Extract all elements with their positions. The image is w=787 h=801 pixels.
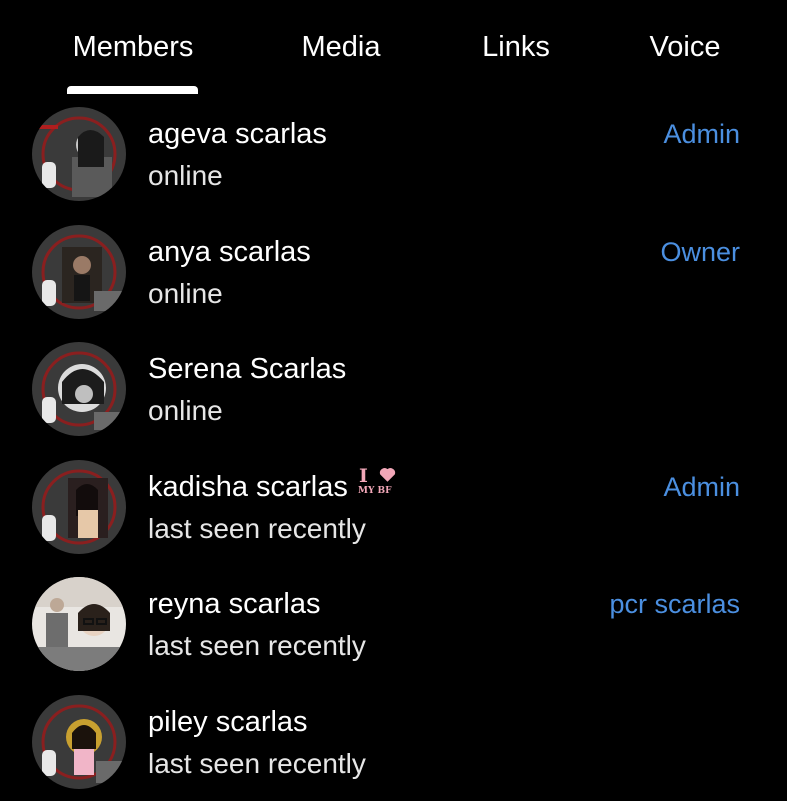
sticker-text: MY BF bbox=[358, 486, 392, 495]
member-status: last seen recently bbox=[148, 628, 366, 664]
avatar[interactable] bbox=[32, 577, 126, 671]
active-tab-indicator bbox=[67, 86, 198, 94]
member-name: piley scarlas bbox=[148, 704, 308, 740]
i-love-my-bf-sticker-icon: IMY BF bbox=[356, 465, 404, 504]
tab-links[interactable]: Links bbox=[482, 30, 550, 64]
member-row[interactable]: reyna scarlas last seen recently pcr sca… bbox=[0, 566, 787, 684]
tab-bar: Members Media Links Voice bbox=[0, 0, 787, 100]
member-role-badge: pcr scarlas bbox=[609, 586, 740, 622]
member-name: reyna scarlas bbox=[148, 586, 320, 622]
member-name: Serena Scarlas bbox=[148, 351, 346, 387]
member-name-text: kadisha scarlas bbox=[148, 471, 348, 503]
member-row[interactable]: kadisha scarlasIMY BF last seen recently… bbox=[0, 449, 787, 567]
member-list: ageva scarlas online Admin anya scarlas … bbox=[0, 96, 787, 801]
member-status: last seen recently bbox=[148, 746, 366, 782]
tab-members[interactable]: Members bbox=[73, 30, 194, 64]
avatar[interactable] bbox=[32, 460, 126, 554]
member-row[interactable]: Serena Scarlas online bbox=[0, 331, 787, 449]
avatar[interactable] bbox=[32, 695, 126, 789]
member-status: online bbox=[148, 276, 223, 312]
member-row[interactable]: anya scarlas online Owner bbox=[0, 214, 787, 332]
tab-voice[interactable]: Voice bbox=[650, 30, 721, 64]
member-row[interactable]: ageva scarlas online Admin bbox=[0, 96, 787, 214]
member-name: anya scarlas bbox=[148, 234, 311, 270]
member-status: online bbox=[148, 158, 223, 194]
avatar[interactable] bbox=[32, 342, 126, 436]
avatar[interactable] bbox=[32, 225, 126, 319]
svg-text:I: I bbox=[359, 465, 368, 487]
member-name: ageva scarlas bbox=[148, 116, 327, 152]
member-name: kadisha scarlasIMY BF bbox=[148, 469, 404, 505]
avatar[interactable] bbox=[32, 107, 126, 201]
tab-media[interactable]: Media bbox=[302, 30, 381, 64]
member-role-badge: Admin bbox=[663, 116, 740, 152]
member-role-badge: Owner bbox=[660, 234, 740, 270]
member-status: online bbox=[148, 393, 223, 429]
member-role-badge: Admin bbox=[663, 469, 740, 505]
member-status: last seen recently bbox=[148, 511, 366, 547]
member-row[interactable]: piley scarlas last seen recently bbox=[0, 684, 787, 801]
